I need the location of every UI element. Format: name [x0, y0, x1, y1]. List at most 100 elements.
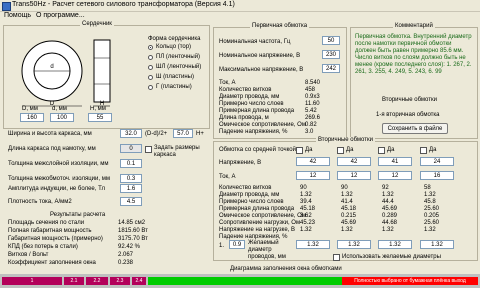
- ampl-input[interactable]: 1.6: [120, 184, 142, 193]
- sec-stat-value: 39.4: [300, 199, 312, 205]
- sec-current-input[interactable]: 12: [337, 171, 371, 180]
- result-label: Полная габаритная мощность: [8, 228, 92, 234]
- sec-stat-value: 1.32: [424, 192, 436, 198]
- window-title: Trans50Hz - Расчет сетевого силового тра…: [12, 1, 235, 8]
- winding-fill-diagram: 1 2.1 2.2 2.3 2.4 Полностью выбрано от бумаж…: [0, 274, 480, 288]
- sec-stat-value: 0.289: [382, 213, 398, 219]
- dd2-label: (D-d)/2+: [145, 131, 168, 137]
- result-value: 3175.70 Вт: [118, 236, 148, 242]
- sec-stat-value: 1.32: [341, 227, 353, 233]
- wind-ins-input[interactable]: 0.3: [120, 174, 142, 183]
- result-value: 14.85 см2: [118, 220, 146, 226]
- midpoint-yes: Да: [429, 147, 437, 153]
- primary-stat-label: Диаметр провода, мм: [219, 94, 280, 100]
- sec-stat-value: 45.8: [424, 199, 436, 205]
- primary-stat-label: Количество витков: [219, 87, 272, 93]
- sec-voltage-input[interactable]: 41: [378, 157, 412, 166]
- desired-diameter-input[interactable]: 1.32: [378, 240, 412, 249]
- sec-stat-label: Напряжение на нагрузке, В: [219, 227, 295, 233]
- primary-stat-value: 8.540: [305, 80, 321, 86]
- dd2-input[interactable]: 57.0: [173, 129, 193, 138]
- sec-stat-value: 1.32: [300, 192, 312, 198]
- radio-ring[interactable]: [148, 45, 153, 50]
- sec-stat-label: Примерно число слоев: [219, 199, 284, 205]
- core-d-input[interactable]: 100: [50, 113, 74, 122]
- max-volt-input[interactable]: 242: [322, 64, 340, 73]
- width-input[interactable]: 32.0: [120, 129, 142, 138]
- primary-stat-label: Длина провода, м: [219, 115, 269, 121]
- result-label: Площадь сечения по стали: [8, 220, 85, 226]
- desired-index-input[interactable]: 0.9: [229, 240, 245, 249]
- sec-current-input[interactable]: 12: [296, 171, 330, 180]
- midpoint-checkbox[interactable]: [378, 147, 385, 154]
- radio-sh[interactable]: [148, 75, 153, 80]
- comment-sec-note: 1-я вторичная обмотка: [376, 112, 440, 118]
- freq-input[interactable]: 50: [322, 36, 340, 45]
- primary-stat-label: Омическое сопротивление, Ом: [219, 122, 306, 128]
- volt-input[interactable]: 230: [322, 50, 340, 59]
- wind-ins-label: Толщина межобмоточ. изоляции, мм: [8, 176, 110, 182]
- desired-index: 1.: [219, 243, 225, 249]
- core-col-d: d, мм: [52, 106, 67, 112]
- menu-help[interactable]: Помощь: [4, 12, 31, 19]
- diagram-fill: [148, 277, 342, 285]
- sec-current-input[interactable]: 12: [378, 171, 412, 180]
- radio-pl-label: ПЛ (ленточный): [156, 54, 201, 60]
- core-H-input[interactable]: 55: [88, 113, 112, 122]
- density-input[interactable]: 4.5: [120, 197, 142, 206]
- save-button[interactable]: Сохранить в файле: [382, 123, 448, 134]
- menu-about[interactable]: О программе...: [36, 12, 85, 19]
- set-frame-checkbox[interactable]: [145, 146, 152, 153]
- midpoint-checkbox[interactable]: [296, 147, 303, 154]
- desired-diameter-input[interactable]: 1.32: [337, 240, 371, 249]
- comment-sec-label: Вторичные обмотки: [382, 97, 437, 103]
- primary-stat-label: Примерная длина провода: [219, 108, 295, 114]
- use-desired-checkbox[interactable]: [333, 254, 340, 261]
- freq-label: Номинальная частота, Гц: [219, 39, 291, 45]
- primary-stat-label: Ток, А: [219, 80, 236, 86]
- sec-voltage-input[interactable]: 24: [420, 157, 454, 166]
- midpoint-checkbox[interactable]: [337, 147, 344, 154]
- desired-diameter-input[interactable]: 1.32: [420, 240, 454, 249]
- sec-stat-value: 25.60: [424, 220, 440, 226]
- sec-stat-value: 45.18: [341, 206, 357, 212]
- sec-stat-value: 58: [424, 185, 431, 191]
- result-value: 2.067: [118, 252, 134, 258]
- len-input[interactable]: 0: [120, 144, 142, 153]
- sec-stat-label: Примерная длина провода: [219, 206, 295, 212]
- sec-stat-label: Диаметр провода, мм: [219, 192, 280, 198]
- max-volt-label: Максимальное напряжение, В: [219, 67, 304, 73]
- sec-stat-value: 25.60: [424, 206, 440, 212]
- sec-stat-value: 1.32: [300, 227, 312, 233]
- sec-stat-value: 1.32: [341, 192, 353, 198]
- desired-diameter-input[interactable]: 1.32: [296, 240, 330, 249]
- sec-stat-label: Сопротивление нагрузки, Ом: [219, 220, 301, 226]
- ins-label: Толщина межслойной изоляции, мм: [8, 161, 109, 167]
- primary-stat-value: 11.60: [305, 101, 320, 107]
- diagram-segment: 2.3: [110, 277, 130, 285]
- result-label: КПД (без потерь в стали): [8, 244, 78, 250]
- radio-g-label: Г (пластины): [156, 84, 192, 90]
- core-form-title: Форма сердечника: [148, 36, 201, 42]
- ins-input[interactable]: 0.1: [120, 159, 142, 168]
- sec-current-input[interactable]: 16: [420, 171, 454, 180]
- core-D-input[interactable]: 160: [20, 113, 44, 122]
- diagram-segment: 2.4: [132, 277, 146, 285]
- radio-ring-label: Кольцо (тор): [156, 44, 192, 50]
- sec-stat-value: 45.69: [382, 206, 398, 212]
- volt-label: Номинальное напряжение, В: [219, 53, 301, 59]
- core-diagram: d D H: [21, 39, 111, 107]
- midpoint-yes: Да: [387, 147, 395, 153]
- result-value: 1815.60 Вт: [118, 228, 148, 234]
- sec-stat-label: Омическое сопротивление, Ом: [219, 213, 306, 219]
- midpoint-checkbox[interactable]: [420, 147, 427, 154]
- sec-voltage-input[interactable]: 42: [296, 157, 330, 166]
- comment-text: Первичная обмотка. Внутренний диаметр по…: [355, 34, 472, 75]
- diagram-segment: 1: [2, 277, 62, 285]
- radio-shl[interactable]: [148, 65, 153, 70]
- radio-g[interactable]: [148, 85, 153, 90]
- sec-stat-value: 41.4: [341, 199, 353, 205]
- sec-voltage-input[interactable]: 42: [337, 157, 371, 166]
- radio-pl[interactable]: [148, 55, 153, 60]
- density-label: Плотность тока, А/мм2: [8, 199, 72, 205]
